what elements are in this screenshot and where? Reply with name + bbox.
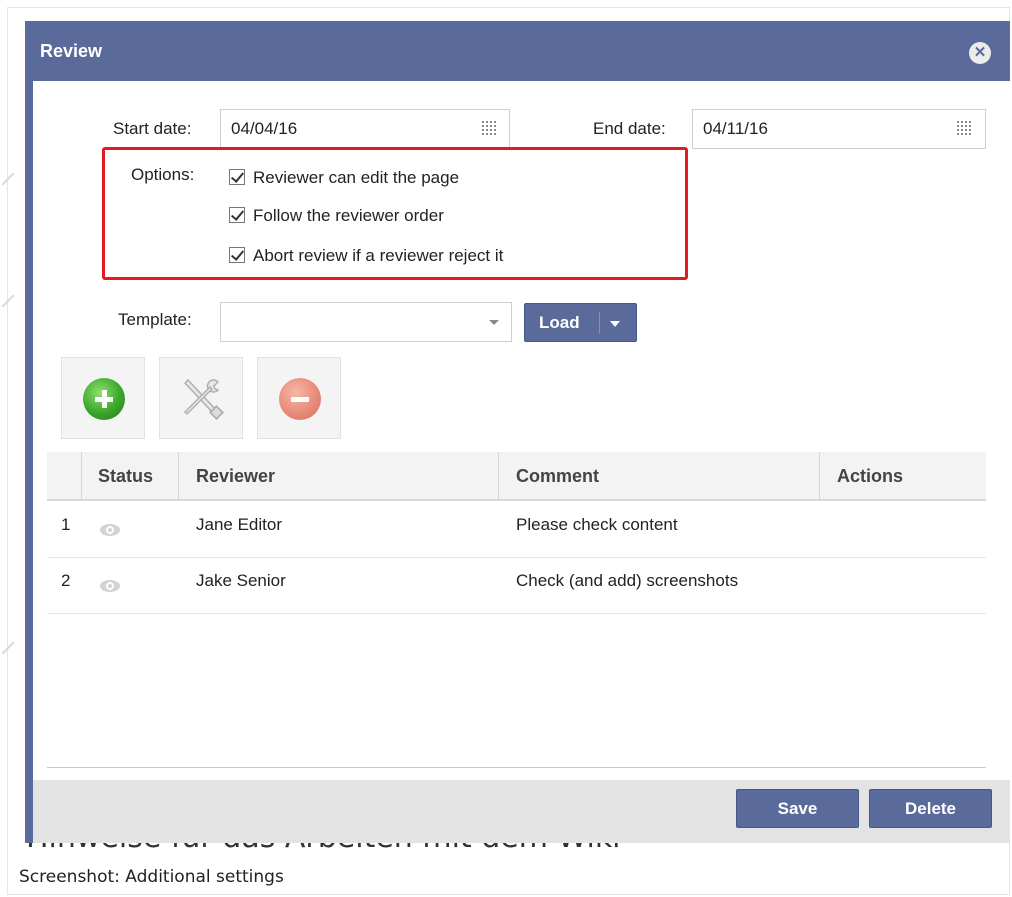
dialog-titlebar: Review ✕: [25, 21, 1010, 81]
column-header-status[interactable]: Status: [98, 466, 153, 487]
checkbox[interactable]: [229, 207, 245, 223]
load-label: Load: [539, 313, 580, 332]
reviewers-grid-header: Status Reviewer Comment Actions: [47, 452, 986, 501]
end-date-label: End date:: [593, 119, 666, 138]
chevron-down-icon: [489, 320, 499, 325]
column-header-actions[interactable]: Actions: [837, 466, 903, 487]
close-icon[interactable]: ✕: [969, 42, 991, 64]
option-follow-order[interactable]: Follow the reviewer order: [229, 206, 444, 226]
option-label: Reviewer can edit the page: [253, 168, 460, 187]
calendar-icon[interactable]: [957, 121, 973, 135]
template-label: Template:: [118, 310, 192, 329]
reviewer-name: Jane Editor: [196, 515, 282, 534]
load-button[interactable]: Load: [524, 303, 637, 342]
add-reviewer-button[interactable]: [61, 357, 145, 439]
review-dialog: Review ✕ Start date: 04/04/16 End date: …: [25, 21, 1010, 843]
save-button[interactable]: Save: [736, 789, 859, 828]
option-label: Abort review if a reviewer reject it: [253, 246, 504, 265]
plus-circle-icon: [83, 378, 125, 420]
table-row[interactable]: 1 Jane Editor Please check content: [47, 502, 986, 558]
divider: [47, 767, 986, 768]
image-caption: Screenshot: Additional settings: [19, 867, 284, 887]
end-date-value: 04/11/16: [703, 119, 768, 138]
option-abort-on-reject[interactable]: Abort review if a reviewer reject it: [229, 246, 503, 266]
row-index: 2: [61, 571, 71, 590]
template-select[interactable]: [220, 302, 512, 342]
row-index: 1: [61, 515, 71, 534]
table-row[interactable]: 2 Jake Senior Check (and add) screenshot…: [47, 558, 986, 614]
option-label: Follow the reviewer order: [253, 206, 444, 225]
column-header-comment[interactable]: Comment: [516, 466, 599, 487]
dialog-title: Review: [40, 41, 103, 61]
minus-circle-icon: [279, 378, 321, 420]
dialog-footer: Save Delete: [33, 780, 1010, 843]
edit-reviewer-button[interactable]: [159, 357, 243, 439]
remove-reviewer-button[interactable]: [257, 357, 341, 439]
checkbox[interactable]: [229, 169, 245, 185]
delete-button[interactable]: Delete: [869, 789, 992, 828]
dialog-body: Start date: 04/04/16 End date: 04/11/16 …: [33, 81, 1010, 780]
start-date-value: 04/04/16: [231, 119, 298, 138]
reviewer-comment: Please check content: [516, 515, 678, 534]
end-date-field[interactable]: 04/11/16: [692, 109, 986, 149]
reviewer-comment: Check (and add) screenshots: [516, 571, 739, 590]
wrench-screwdriver-icon: [183, 378, 224, 420]
column-header-reviewer[interactable]: Reviewer: [196, 466, 275, 487]
calendar-icon[interactable]: [482, 121, 498, 135]
caret-down-icon[interactable]: [610, 321, 620, 327]
option-reviewer-can-edit[interactable]: Reviewer can edit the page: [229, 168, 459, 188]
eye-icon: [100, 580, 120, 592]
checkbox[interactable]: [229, 247, 245, 263]
eye-icon: [100, 524, 120, 536]
reviewer-name: Jake Senior: [196, 571, 286, 590]
start-date-field[interactable]: 04/04/16: [220, 109, 510, 149]
start-date-label: Start date:: [113, 119, 192, 138]
options-label: Options:: [131, 165, 195, 184]
